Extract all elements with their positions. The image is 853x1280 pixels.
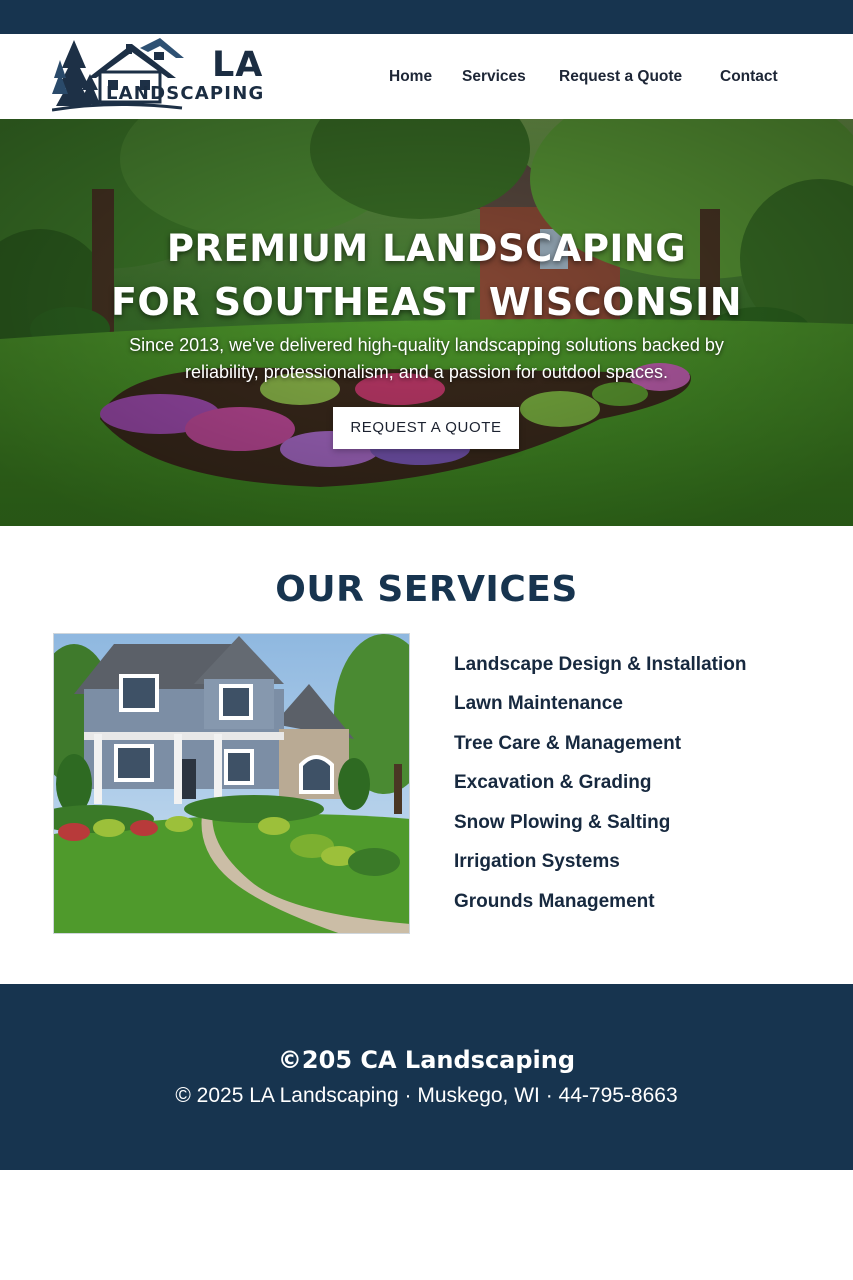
logo-wordmark: LANDSCAPING <box>106 83 265 104</box>
nav-request-quote[interactable]: Request a Quote <box>559 67 682 87</box>
hero-subtitle-line1: Since 2013, we've delivered high-quality… <box>129 335 724 355</box>
service-item: Lawn Maintenance <box>454 693 623 714</box>
service-item: Tree Care & Management <box>454 733 682 754</box>
footer-brand: ©205 CA Landscaping <box>277 1046 576 1074</box>
service-item: Irrigation Systems <box>454 851 620 872</box>
hero-title-line2: FOR SOUTHEAST WISCONSIN <box>110 280 743 324</box>
service-item: Landscape Design & Installation <box>454 654 747 675</box>
hero-subtitle-line2: reliability, protessionalism, and a pass… <box>185 362 668 382</box>
top-bar <box>0 0 853 34</box>
nav-contact[interactable]: Contact <box>720 67 778 87</box>
service-item: Excavation & Grading <box>454 772 652 793</box>
hero-section: PREMIUM LANDSCAPING FOR SOUTHEAST WISCON… <box>0 119 853 526</box>
service-item: Grounds Management <box>454 891 655 912</box>
logo-la-text: LA <box>212 45 264 85</box>
hero-title-line1: PREMIUM LANDSCAPING <box>166 227 687 270</box>
services-heading: OUR SERVICES <box>275 569 578 610</box>
request-quote-button[interactable]: REQUEST A QUOTE <box>333 407 519 449</box>
service-item: Snow Plowing & Salting <box>454 812 671 833</box>
house-photo <box>53 633 410 934</box>
nav-home[interactable]: Home <box>389 67 432 87</box>
footer-contact-line: © 2025 LA Landscaping · Muskego, WI · 44… <box>175 1084 678 1107</box>
site-footer: ©205 CA Landscaping © 2025 LA Landscapin… <box>0 984 853 1170</box>
nav-services[interactable]: Services <box>462 67 526 87</box>
